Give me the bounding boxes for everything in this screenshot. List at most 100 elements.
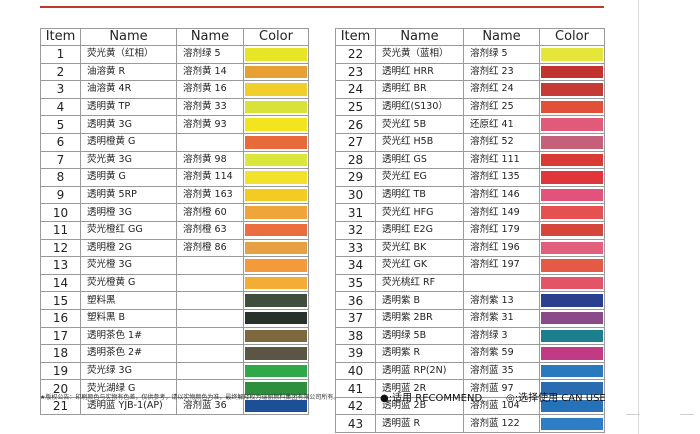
item-number: 5 bbox=[40, 115, 81, 134]
product-name: 荧光黄（蓝相） bbox=[375, 45, 464, 64]
color-swatch bbox=[245, 329, 307, 343]
table-row: 1 荧光黄（红相） 溶剂绿 5 bbox=[40, 45, 309, 64]
color-cell bbox=[539, 273, 605, 293]
table-row: 19 荧光绿 3G bbox=[40, 361, 309, 381]
table-row: 22 荧光黄（蓝相） 溶剂绿 5 bbox=[335, 45, 605, 64]
ci-name bbox=[176, 344, 244, 363]
product-name: 透明橙 3G bbox=[80, 203, 177, 222]
ci-name: 溶剂黄 114 bbox=[176, 168, 244, 187]
color-swatch bbox=[245, 311, 307, 325]
ci-name: 溶剂红 24 bbox=[463, 80, 540, 99]
item-number: 8 bbox=[40, 168, 81, 187]
table-row: 36 透明紫 B 溶剂紫 13 bbox=[335, 291, 605, 310]
table-row: 26 荧光红 5B 还原红 41 bbox=[335, 115, 605, 134]
item-number: 19 bbox=[40, 361, 81, 381]
item-number: 33 bbox=[335, 238, 376, 258]
product-name: 透明紫 2BR bbox=[375, 308, 464, 328]
product-name: 荧光橙 3G bbox=[80, 256, 177, 275]
color-swatch bbox=[245, 65, 307, 79]
header-name: Name bbox=[176, 28, 244, 46]
color-cell bbox=[539, 97, 605, 117]
color-cell bbox=[243, 291, 309, 310]
ci-name: 溶剂黄 93 bbox=[176, 115, 244, 134]
color-swatch bbox=[541, 347, 603, 360]
color-swatch bbox=[541, 188, 603, 202]
item-number: 18 bbox=[40, 344, 81, 363]
product-name: 荧光红 5B bbox=[375, 115, 464, 134]
product-name: 荧光黄（红相） bbox=[80, 45, 177, 64]
color-swatch bbox=[541, 83, 603, 96]
color-swatch bbox=[541, 294, 603, 307]
color-table-left: Item Name Name Color 1 荧光黄（红相） 溶剂绿 5 2 油溶黄 R… bbox=[40, 28, 309, 416]
ci-name: 溶剂红 196 bbox=[463, 238, 540, 258]
item-number: 25 bbox=[335, 97, 376, 117]
ci-name: 溶剂红 135 bbox=[463, 168, 540, 187]
header-color: Color bbox=[539, 28, 605, 46]
product-name: 荧光桃红 RF bbox=[375, 273, 464, 293]
color-swatch bbox=[541, 171, 603, 184]
color-cell bbox=[243, 220, 309, 240]
table-row: 17 透明茶色 1# bbox=[40, 326, 309, 346]
color-cell bbox=[243, 62, 309, 82]
color-cell bbox=[539, 308, 605, 328]
color-swatch bbox=[245, 206, 307, 219]
product-name: 透明紫 B bbox=[375, 291, 464, 310]
color-swatch bbox=[245, 136, 307, 149]
table-row: 35 荧光桃红 RF bbox=[335, 273, 605, 293]
item-number: 24 bbox=[335, 80, 376, 99]
ci-name: 溶剂橙 86 bbox=[176, 238, 244, 258]
color-cell bbox=[243, 185, 309, 205]
color-cell bbox=[243, 273, 309, 293]
ci-name: 溶剂红 146 bbox=[463, 185, 540, 205]
item-number: 29 bbox=[335, 168, 376, 187]
ci-name: 溶剂黄 163 bbox=[176, 185, 244, 205]
color-swatch bbox=[541, 136, 603, 149]
color-cell bbox=[243, 203, 309, 222]
color-swatch bbox=[541, 364, 603, 378]
ci-name bbox=[463, 273, 540, 293]
color-swatch bbox=[541, 48, 603, 61]
color-swatch bbox=[245, 83, 307, 96]
color-swatch bbox=[245, 294, 307, 307]
color-swatch bbox=[541, 276, 603, 290]
product-name: 油溶黄 R bbox=[80, 62, 177, 82]
table-row: 14 荧光橙黄 G bbox=[40, 273, 309, 293]
table-row: 23 透明红 HRR 溶剂红 23 bbox=[335, 62, 605, 82]
header-name: Name bbox=[80, 28, 177, 46]
page-edge-line bbox=[638, 0, 639, 434]
ci-name: 溶剂黄 16 bbox=[176, 80, 244, 99]
product-name: 塑料黑 B bbox=[80, 308, 177, 328]
table-row: 18 透明茶色 2# bbox=[40, 344, 309, 363]
item-number: 11 bbox=[40, 220, 81, 240]
crop-mark bbox=[626, 414, 640, 415]
ci-name bbox=[176, 291, 244, 310]
color-swatch bbox=[245, 399, 307, 413]
legend-recommend: ●:适用 RECOMMEND bbox=[380, 393, 483, 404]
item-number: 7 bbox=[40, 150, 81, 170]
item-number: 36 bbox=[335, 291, 376, 310]
header-name: Name bbox=[375, 28, 464, 46]
color-cell bbox=[539, 45, 605, 64]
ci-name: 溶剂黄 33 bbox=[176, 97, 244, 117]
color-swatch bbox=[245, 364, 307, 378]
ci-name bbox=[176, 256, 244, 275]
color-swatch bbox=[245, 259, 307, 272]
color-cell bbox=[539, 62, 605, 82]
table-header-row: Item Name Name Color bbox=[40, 28, 309, 46]
color-cell bbox=[243, 45, 309, 64]
color-cell bbox=[243, 308, 309, 328]
color-cell bbox=[539, 185, 605, 205]
color-cell bbox=[539, 220, 605, 240]
color-swatch bbox=[541, 417, 603, 431]
table-row: 34 荧光红 GK 溶剂红 197 bbox=[335, 256, 605, 275]
color-cell bbox=[539, 115, 605, 134]
item-number: 13 bbox=[40, 256, 81, 275]
table-row: 8 透明黄 G 溶剂黄 114 bbox=[40, 168, 309, 187]
item-number: 9 bbox=[40, 185, 81, 205]
color-cell bbox=[539, 326, 605, 346]
ci-name: 还原红 41 bbox=[463, 115, 540, 134]
top-red-rule bbox=[40, 6, 604, 8]
color-cell bbox=[243, 168, 309, 187]
color-cell bbox=[539, 344, 605, 363]
table-row: 7 荧光黄 3G 溶剂黄 98 bbox=[40, 150, 309, 170]
